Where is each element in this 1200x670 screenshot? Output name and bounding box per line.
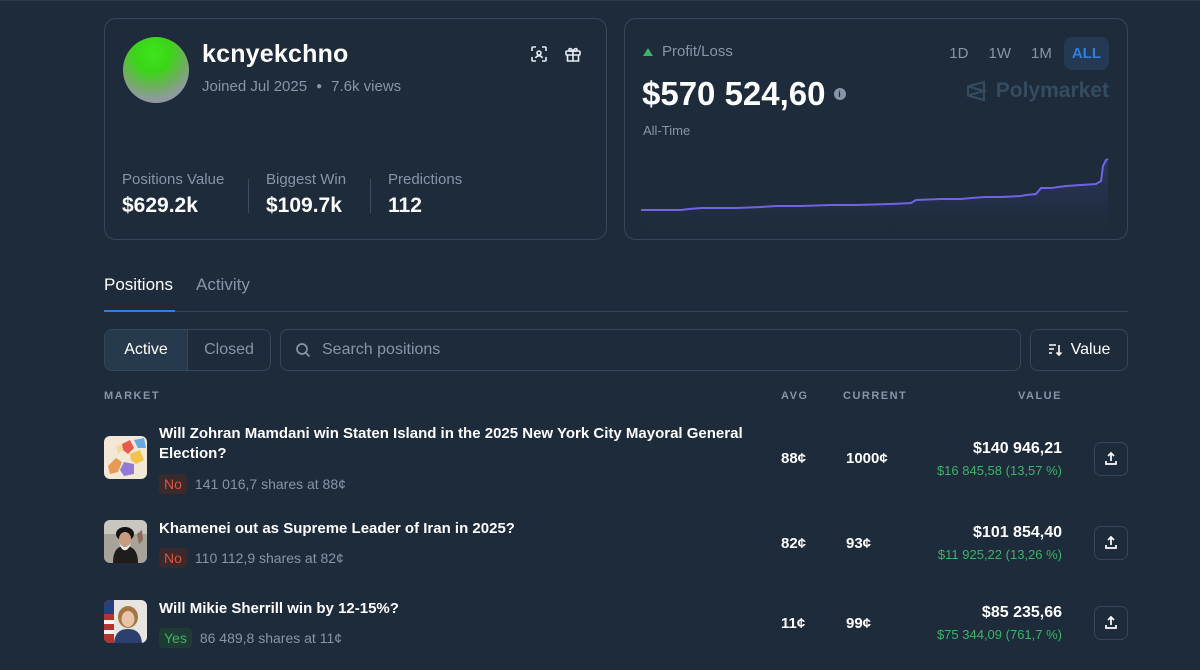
stat-biggest-win: Biggest Win $109.7k <box>266 171 346 218</box>
avg-price: 11¢ <box>781 615 806 632</box>
range-1w[interactable]: 1W <box>980 37 1019 70</box>
avg-price: 82¢ <box>781 535 807 552</box>
position-value: $101 854,40 $11 925,22 (13,26 %) <box>938 524 1062 562</box>
stat-value: 112 <box>388 194 422 217</box>
pnl-amount-value: $570 524,60 <box>642 75 826 112</box>
value-amount: $85 235,66 <box>981 604 1062 621</box>
share-icon <box>1105 615 1117 629</box>
position-row[interactable]: Khamenei out as Supreme Leader of Iran i… <box>104 515 1128 575</box>
pnl-title-text: Profit/Loss <box>662 43 733 60</box>
pnl-title: Profit/Loss <box>643 43 733 60</box>
outcome-badge: No <box>159 474 187 494</box>
shares-text: 86 489,8 shares at 11¢ <box>199 630 343 646</box>
brand-name: Polymarket <box>995 79 1109 102</box>
view-count: 7.6k views <box>331 78 402 95</box>
pnl-card: Profit/Loss $570 524,60 i All-Time 1D 1W… <box>624 18 1128 240</box>
column-header-current[interactable]: CURRENT <box>843 390 907 402</box>
polymarket-watermark: Polymarket <box>964 79 1109 103</box>
tab-activity[interactable]: Activity <box>196 275 250 295</box>
range-1m[interactable]: 1M <box>1023 37 1060 70</box>
current-price: 99¢ <box>846 615 872 632</box>
column-header-market[interactable]: MARKET <box>104 390 160 402</box>
current-price: 93¢ <box>846 535 872 552</box>
active-tab-indicator <box>104 310 175 312</box>
outcome-badge: Yes <box>159 628 192 648</box>
value-change: $11 925,22 (13,26 %) <box>937 547 1062 562</box>
column-header-value[interactable]: VALUE <box>1018 390 1062 402</box>
market-question[interactable]: Will Mikie Sherrill win by 12-15%? <box>159 599 779 619</box>
polymarket-logo-icon <box>966 80 988 102</box>
stat-value: $629.2k <box>122 194 198 217</box>
scan-icon[interactable] <box>528 43 550 65</box>
avg-price: 88¢ <box>781 450 807 467</box>
pnl-period: All-Time <box>643 123 691 138</box>
search-icon <box>296 343 311 358</box>
range-all[interactable]: ALL <box>1063 37 1109 70</box>
stat-label: Biggest Win <box>266 171 347 188</box>
shares-text: 141 016,7 shares at 88¢ <box>194 476 346 492</box>
market-question[interactable]: Will Zohran Mamdani win Staten Island in… <box>159 424 779 464</box>
pnl-chart <box>641 158 1109 229</box>
search-input[interactable] <box>322 341 1002 359</box>
tab-positions[interactable]: Positions <box>104 275 173 295</box>
stat-label: Predictions <box>388 171 463 188</box>
range-1d[interactable]: 1D <box>941 37 976 70</box>
profile-meta: Joined Jul 2025 ● 7.6k views <box>202 78 401 95</box>
stat-predictions: Predictions 112 <box>388 171 462 218</box>
profile-card: kcnyekchno Joined Jul 2025 ● 7.6k views … <box>104 18 607 240</box>
search-box <box>280 329 1021 371</box>
position-row[interactable]: Will Zohran Mamdani win Staten Island in… <box>104 420 1128 500</box>
shares-text: 110 112,9 shares at 82¢ <box>194 550 344 566</box>
share-icon <box>1105 535 1117 549</box>
market-thumbnail-khamenei <box>104 520 147 563</box>
market-question[interactable]: Khamenei out as Supreme Leader of Iran i… <box>159 519 779 539</box>
gift-icon[interactable] <box>562 43 584 65</box>
info-icon[interactable]: i <box>833 88 846 100</box>
status-toggle: Active Closed <box>104 329 271 371</box>
up-triangle-icon <box>643 47 653 56</box>
share-button[interactable] <box>1094 526 1128 560</box>
market-thumbnail-nyc-map <box>104 436 147 479</box>
sort-button[interactable]: Value <box>1030 329 1128 371</box>
filter-active-button[interactable]: Active <box>105 330 188 370</box>
current-price: 1000¢ <box>846 450 888 467</box>
position-row[interactable]: Will Mikie Sherrill win by 12-15%? Yes 8… <box>104 595 1128 655</box>
joined-date: Joined Jul 2025 <box>202 78 308 95</box>
range-selector: 1D 1W 1M ALL <box>941 37 1109 70</box>
stat-divider <box>248 179 249 213</box>
value-amount: $140 946,21 <box>973 440 1062 457</box>
share-button[interactable] <box>1094 606 1128 640</box>
share-button[interactable] <box>1094 442 1128 476</box>
position-detail: No 110 112,9 shares at 82¢ <box>159 548 344 568</box>
position-value: $85 235,66 $75 344,09 (761,7 %) <box>937 604 1062 642</box>
outcome-badge: No <box>159 548 187 568</box>
top-divider <box>0 0 1200 1</box>
stat-divider <box>370 179 371 213</box>
stat-label: Positions Value <box>122 171 225 188</box>
stat-value: $109.7k <box>266 194 342 217</box>
separator-dot: ● <box>316 81 323 92</box>
position-value: $140 946,21 $16 845,58 (13,57 %) <box>937 440 1062 478</box>
position-detail: Yes 86 489,8 shares at 11¢ <box>159 628 342 648</box>
position-detail: No 141 016,7 shares at 88¢ <box>159 474 346 494</box>
pnl-amount: $570 524,60 i <box>642 75 846 113</box>
sort-label: Value <box>1070 341 1111 358</box>
stat-positions-value: Positions Value $629.2k <box>122 171 224 218</box>
username: kcnyekchno <box>202 40 349 68</box>
market-thumbnail-sherrill <box>104 600 147 643</box>
pnl-chart-area <box>641 159 1108 229</box>
avatar[interactable] <box>123 37 189 103</box>
value-amount: $101 854,40 <box>973 524 1062 541</box>
share-icon <box>1105 451 1117 465</box>
filter-closed-button[interactable]: Closed <box>188 330 270 370</box>
tabs-divider <box>104 311 1128 312</box>
value-change: $16 845,58 (13,57 %) <box>936 463 1062 478</box>
value-change: $75 344,09 (761,7 %) <box>936 627 1062 642</box>
column-header-avg[interactable]: AVG <box>781 390 809 402</box>
sort-icon <box>1048 344 1062 357</box>
